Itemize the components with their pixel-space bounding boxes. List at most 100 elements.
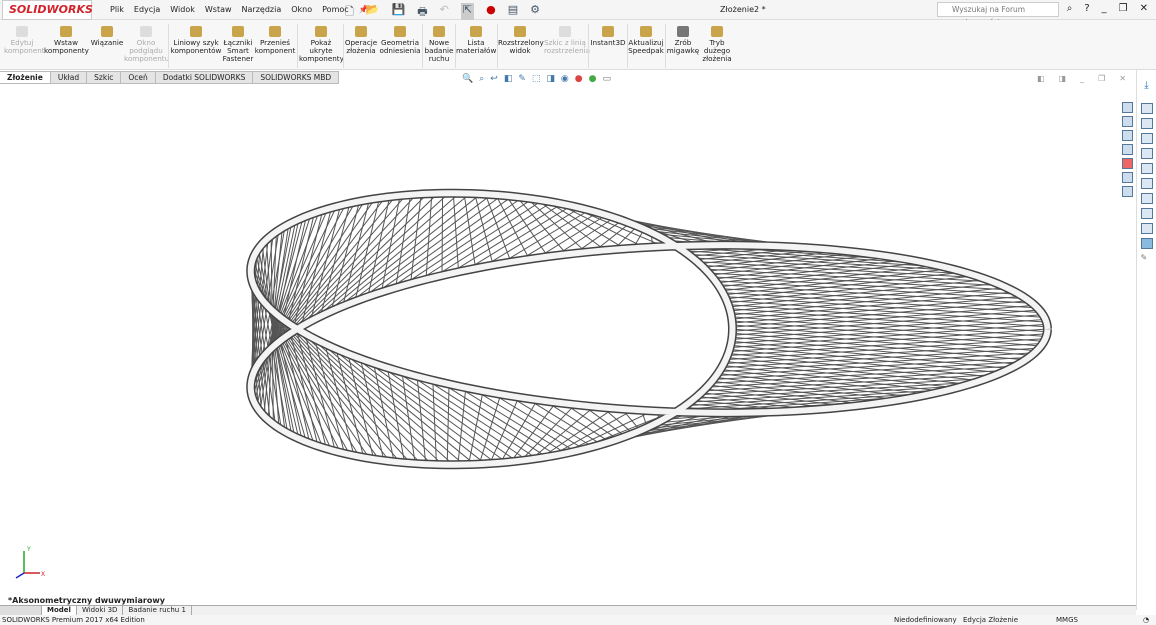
tab-motion-study[interactable]: Badanie ruchu 1 bbox=[123, 606, 191, 615]
zoom-area-icon[interactable]: ⌕ bbox=[479, 74, 484, 84]
appearances-icon[interactable] bbox=[1122, 158, 1133, 169]
heads-up-view-toolbar: 🔍 ⌕ ↩ ◧ ✎ ⬚ ◨ ◉ ● ● ▭ bbox=[462, 74, 611, 84]
move-component-button[interactable]: Przenieś komponent bbox=[254, 26, 296, 55]
reference-geometry-button[interactable]: Geometria odniesienia bbox=[379, 26, 421, 55]
folder-icon[interactable] bbox=[1122, 130, 1133, 141]
viewport-close-icon[interactable]: ✕ bbox=[1119, 74, 1126, 83]
solidworks-logo[interactable]: SOLIDWORKS bbox=[2, 0, 92, 20]
task-pane: ⤓ ✎ bbox=[1136, 70, 1156, 610]
view-icon[interactable] bbox=[1122, 116, 1133, 127]
units-selector[interactable]: MMGS bbox=[1056, 615, 1078, 625]
display-style-icon[interactable]: ◨ bbox=[546, 74, 555, 84]
preview-window-button[interactable]: Okno podglądu komponentu bbox=[124, 26, 168, 63]
paperclip-icon bbox=[101, 26, 113, 37]
previous-view-icon[interactable]: ↩ bbox=[490, 74, 498, 84]
strip-edge-tube bbox=[251, 193, 1048, 465]
view-top-icon[interactable] bbox=[1141, 163, 1153, 174]
tab-szkic[interactable]: Szkic bbox=[87, 71, 121, 84]
tab-uklad[interactable]: Układ bbox=[51, 71, 87, 84]
menu-wstaw[interactable]: Wstaw bbox=[205, 5, 232, 14]
view-iso-icon[interactable] bbox=[1141, 193, 1153, 204]
section-view-icon[interactable]: ◧ bbox=[504, 74, 513, 84]
move-component-icon bbox=[269, 26, 281, 37]
scene-icon[interactable]: ● bbox=[589, 74, 597, 84]
linear-pattern-button[interactable]: Liniowy szyk komponentów bbox=[170, 26, 222, 55]
command-manager-tabs: Złożenie Układ Szkic Oceń Dodatki SOLIDW… bbox=[0, 71, 339, 84]
edit-component-icon bbox=[16, 26, 28, 37]
instant3d-button[interactable]: Instant3D bbox=[590, 26, 626, 47]
explode-line-icon bbox=[559, 26, 571, 37]
tab-model[interactable]: Model bbox=[42, 606, 77, 615]
menu-edycja[interactable]: Edycja bbox=[134, 5, 160, 14]
large-assembly-mode-button[interactable]: Tryb dużego złożenia bbox=[702, 26, 732, 63]
explode-line-sketch-button[interactable]: Szkic z linią rozstrzelenia bbox=[544, 26, 586, 55]
view-settings-icon[interactable]: ▭ bbox=[602, 74, 611, 84]
tile-right-icon[interactable]: ◨ bbox=[1059, 74, 1067, 83]
hide-show-icon[interactable]: ◉ bbox=[561, 74, 569, 84]
tab-zlozenie[interactable]: Złożenie bbox=[0, 71, 51, 84]
update-speedpak-button[interactable]: Aktualizuj Speedpak bbox=[628, 26, 664, 55]
graphics-area[interactable] bbox=[0, 84, 1136, 604]
custom-properties-icon[interactable] bbox=[1122, 172, 1133, 183]
tab-scroll-arrows[interactable] bbox=[0, 606, 42, 615]
help-icon[interactable]: ? bbox=[1084, 3, 1089, 14]
menu-narzedzia[interactable]: Narzędzia bbox=[242, 5, 282, 14]
restore-button[interactable]: ❐ bbox=[1119, 3, 1128, 14]
view-back-icon[interactable] bbox=[1141, 118, 1153, 129]
view-trimetric-icon[interactable] bbox=[1141, 208, 1153, 219]
instant3d-icon bbox=[602, 26, 614, 37]
definition-status: Niedodefiniowany bbox=[894, 615, 957, 625]
close-button[interactable]: ✕ bbox=[1140, 3, 1148, 14]
measure-icon[interactable]: ✎ bbox=[1141, 253, 1153, 264]
edit-component-button[interactable]: Edytuj komponent bbox=[4, 26, 40, 55]
tab-mbd[interactable]: SOLIDWORKS MBD bbox=[253, 71, 339, 84]
exploded-view-button[interactable]: Rozstrzelony widok bbox=[498, 26, 542, 55]
design-library-icon[interactable] bbox=[1122, 144, 1133, 155]
rebuild-status-icon[interactable]: ◔ bbox=[1143, 615, 1149, 625]
viewport-restore-icon[interactable]: ❐ bbox=[1098, 74, 1105, 83]
view-left-icon[interactable] bbox=[1141, 133, 1153, 144]
exploded-view-icon bbox=[514, 26, 526, 37]
view-front-icon[interactable] bbox=[1141, 103, 1153, 114]
triad-x-label: X bbox=[41, 571, 45, 578]
view-dimetric-icon[interactable] bbox=[1141, 223, 1153, 234]
normal-to-icon[interactable] bbox=[1141, 238, 1153, 249]
camera-icon bbox=[677, 26, 689, 37]
zoom-to-fit-icon[interactable]: 🔍 bbox=[462, 74, 473, 84]
minimize-button[interactable]: _ bbox=[1102, 3, 1107, 14]
menu-plik[interactable]: Plik bbox=[110, 5, 124, 14]
assembly-features-button[interactable]: Operacje złożenia bbox=[344, 26, 378, 55]
menu-okno[interactable]: Okno bbox=[291, 5, 312, 14]
search-input[interactable]: Wyszukaj na Forum społeczności bbox=[937, 2, 1059, 17]
dynamic-annotation-icon[interactable]: ✎ bbox=[518, 74, 526, 84]
pin-task-pane-icon[interactable]: ⤓ bbox=[1137, 80, 1156, 91]
new-motion-study-button[interactable]: Nowe badanie ruchu bbox=[424, 26, 454, 63]
tile-left-icon[interactable]: ◧ bbox=[1037, 74, 1045, 83]
edit-appearance-icon[interactable]: ● bbox=[575, 74, 583, 84]
tab-3d-views[interactable]: Widoki 3D bbox=[77, 606, 124, 615]
command-manager: Edytuj komponent Wstaw komponenty Wiązan… bbox=[0, 20, 1156, 70]
fastener-icon bbox=[232, 26, 244, 37]
view-bottom-icon[interactable] bbox=[1141, 178, 1153, 189]
insert-components-button[interactable]: Wstaw komponenty bbox=[44, 26, 88, 55]
assembly-features-icon bbox=[355, 26, 367, 37]
speedpak-icon bbox=[640, 26, 652, 37]
bom-button[interactable]: Lista materiałów bbox=[456, 26, 496, 55]
tab-dodatki[interactable]: Dodatki SOLIDWORKS bbox=[156, 71, 254, 84]
tab-ocen[interactable]: Oceń bbox=[121, 71, 155, 84]
home-view-icon[interactable] bbox=[1122, 102, 1133, 113]
search-icon[interactable]: ⌕ bbox=[1067, 3, 1073, 14]
view-orientation-icon[interactable]: ⬚ bbox=[532, 74, 541, 84]
take-snapshot-button[interactable]: Zrób migawkę bbox=[666, 26, 700, 55]
edition-label: SOLIDWORKS Premium 2017 x64 Edition bbox=[2, 615, 145, 625]
viewport-minimize-icon[interactable]: _ bbox=[1080, 74, 1084, 83]
edit-mode-status: Edycja Złożenie bbox=[963, 615, 1018, 625]
bom-icon bbox=[470, 26, 482, 37]
menu-widok[interactable]: Widok bbox=[170, 5, 195, 14]
smart-fasteners-button[interactable]: Łączniki Smart Fastener bbox=[222, 26, 254, 63]
forum-icon[interactable] bbox=[1122, 186, 1133, 197]
view-right-icon[interactable] bbox=[1141, 148, 1153, 159]
mate-button[interactable]: Wiązanie bbox=[90, 26, 124, 47]
menu-bar: Plik Edycja Widok Wstaw Narzędzia Okno P… bbox=[110, 5, 369, 14]
show-hidden-button[interactable]: Pokaż ukryte komponenty bbox=[299, 26, 343, 63]
